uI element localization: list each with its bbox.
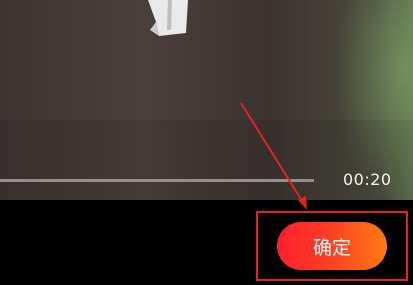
video-editor-screen: 00:20 确定 [0,0,413,285]
video-progress-bar[interactable] [0,179,314,182]
elapsed-time: 00:20 [343,170,392,189]
video-preview[interactable]: 00:20 [0,0,413,200]
confirm-button[interactable]: 确定 [277,222,387,270]
